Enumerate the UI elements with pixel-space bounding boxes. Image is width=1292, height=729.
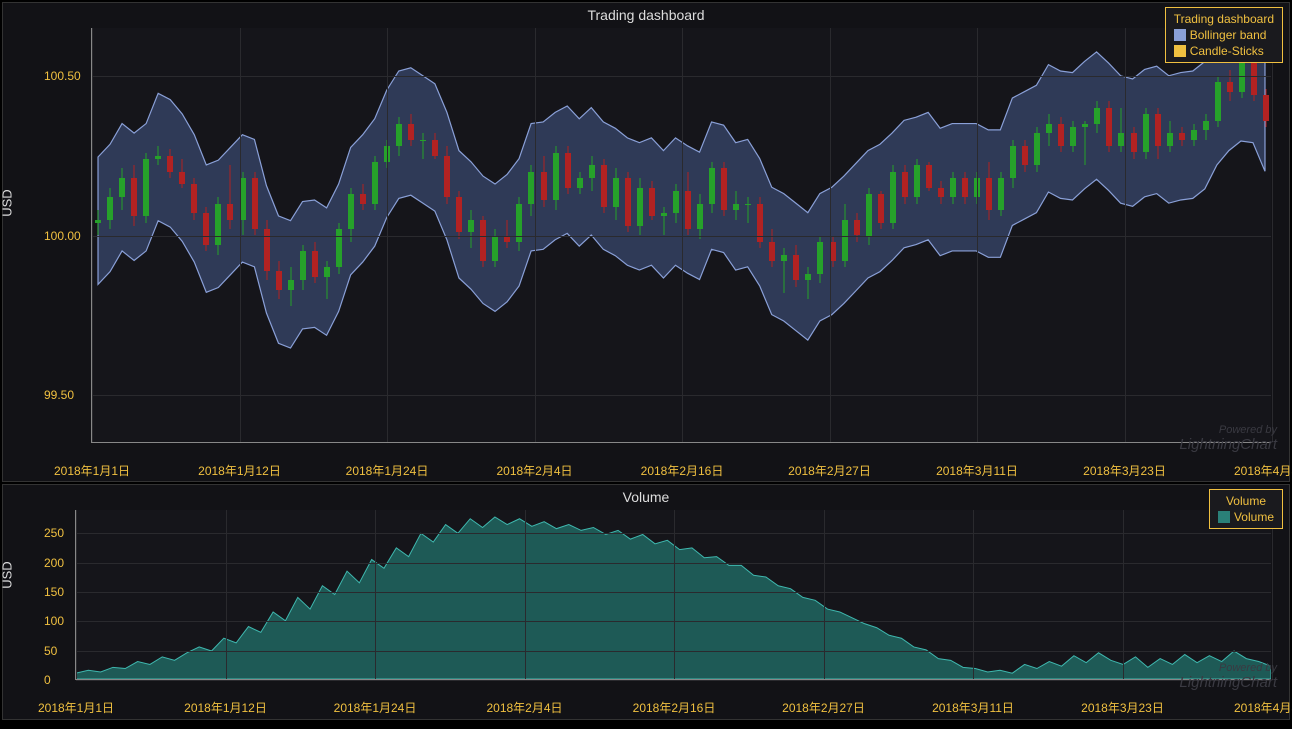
- watermark: Powered by LightningChart: [1179, 424, 1277, 453]
- x-tick-label: 2018年3月11日: [936, 462, 1018, 479]
- y-axis-label: USD: [0, 561, 15, 588]
- x-tick-label: 2018年3月23日: [1083, 462, 1166, 479]
- watermark-line2: LightningChart: [1179, 675, 1277, 692]
- price-plot-area[interactable]: 99.50100.00100.50 2018年1月1日2018年1月12日201…: [91, 28, 1271, 443]
- y-tick-label: 100.50: [44, 69, 81, 83]
- x-tick-label: 2018年2月27日: [782, 699, 865, 716]
- y-tick-label: 100.00: [44, 229, 81, 243]
- legend-item-bollinger[interactable]: Bollinger band: [1174, 28, 1274, 42]
- legend-title: Volume: [1218, 494, 1274, 508]
- y-tick-label: 50: [44, 644, 57, 658]
- y-tick-label: 200: [44, 556, 64, 570]
- watermark-line1: Powered by: [1179, 424, 1277, 436]
- price-chart-title: Trading dashboard: [587, 7, 704, 23]
- x-tick-label: 2018年2月16日: [633, 699, 716, 716]
- x-tick-label: 2018年1月1日: [54, 462, 130, 479]
- price-chart-panel: Trading dashboard Trading dashboard Boll…: [2, 2, 1290, 482]
- x-tick-label: 2018年1月12日: [198, 462, 281, 479]
- legend-item-candles[interactable]: Candle-Sticks: [1174, 44, 1274, 58]
- x-tick-label: 2018年2月16日: [641, 462, 724, 479]
- x-tick-label: 2018年4月3日: [1234, 462, 1292, 479]
- watermark-line2: LightningChart: [1179, 437, 1277, 454]
- x-tick-label: 2018年1月24日: [346, 462, 429, 479]
- x-tick-label: 2018年1月24日: [334, 699, 417, 716]
- legend-label: Bollinger band: [1190, 28, 1267, 42]
- legend-label: Volume: [1234, 510, 1274, 524]
- x-tick-label: 2018年3月23日: [1081, 699, 1164, 716]
- x-tick-label: 2018年2月4日: [486, 699, 562, 716]
- x-tick-label: 2018年2月4日: [496, 462, 572, 479]
- legend-label: Candle-Sticks: [1190, 44, 1264, 58]
- legend-title: Trading dashboard: [1174, 12, 1274, 26]
- volume-chart-legend: Volume Volume: [1209, 489, 1283, 529]
- x-tick-label: 2018年3月11日: [932, 699, 1014, 716]
- y-tick-label: 250: [44, 526, 64, 540]
- volume-chart-panel: Volume Volume Volume USD 050100150200250…: [2, 484, 1290, 720]
- y-axis-label: USD: [0, 189, 15, 216]
- y-tick-label: 99.50: [44, 388, 74, 402]
- watermark: Powered by LightningChart: [1179, 662, 1277, 691]
- volume-chart-title: Volume: [623, 489, 670, 505]
- x-tick-label: 2018年1月1日: [38, 699, 114, 716]
- x-tick-label: 2018年1月12日: [184, 699, 267, 716]
- watermark-line1: Powered by: [1179, 662, 1277, 674]
- legend-swatch-icon: [1174, 45, 1186, 57]
- y-tick-label: 0: [44, 673, 51, 687]
- y-tick-label: 150: [44, 585, 64, 599]
- y-tick-label: 100: [44, 614, 64, 628]
- volume-plot-area[interactable]: 050100150200250 2018年1月1日2018年1月12日2018年…: [75, 510, 1271, 680]
- legend-item-volume[interactable]: Volume: [1218, 510, 1274, 524]
- price-chart-legend: Trading dashboard Bollinger band Candle-…: [1165, 7, 1283, 63]
- legend-swatch-icon: [1174, 29, 1186, 41]
- legend-swatch-icon: [1218, 511, 1230, 523]
- x-tick-label: 2018年4月3日: [1234, 699, 1292, 716]
- x-tick-label: 2018年2月27日: [788, 462, 871, 479]
